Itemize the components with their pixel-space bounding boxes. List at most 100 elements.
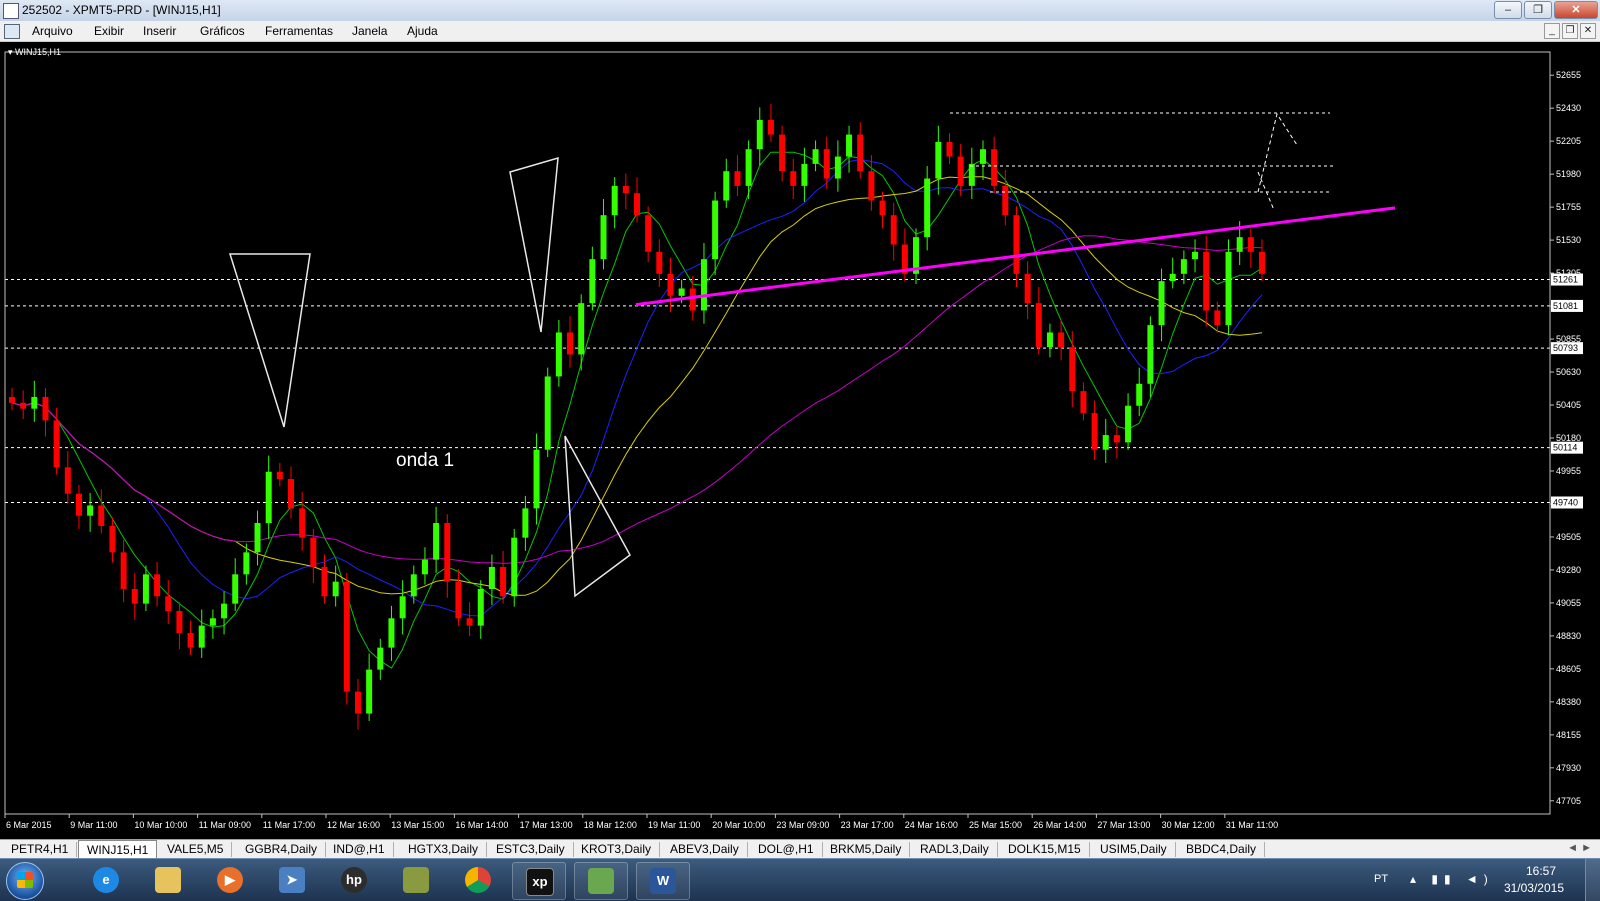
candle[interactable] (700, 243, 707, 324)
candle[interactable] (723, 158, 730, 208)
candle[interactable] (1147, 316, 1154, 397)
candle[interactable] (98, 489, 105, 534)
candle[interactable] (622, 173, 629, 210)
candle[interactable] (42, 388, 49, 437)
tab-ind[interactable]: IND@,H1 (325, 842, 394, 857)
candle[interactable] (466, 602, 473, 636)
metatrader-taskbar-button[interactable] (574, 862, 628, 900)
tab-brkm5[interactable]: BRKM5,Daily (822, 842, 911, 857)
triangle-drawing-3[interactable] (564, 435, 631, 598)
candle[interactable] (366, 653, 373, 721)
candle[interactable] (935, 125, 942, 195)
candle[interactable] (276, 462, 283, 487)
candle[interactable] (254, 510, 261, 566)
media-player-taskbar-button[interactable]: ▶ (204, 862, 256, 898)
candle[interactable] (957, 144, 964, 197)
candle[interactable] (979, 140, 986, 181)
explorer-taskbar-button[interactable] (142, 862, 194, 898)
hp-taskbar-button[interactable]: hp (328, 862, 380, 898)
clock-date[interactable]: 31/03/2015 (1504, 881, 1564, 895)
candle[interactable] (555, 319, 562, 387)
candle[interactable] (388, 605, 395, 661)
candle[interactable] (131, 572, 138, 620)
menu-inserir[interactable]: Inserir (143, 24, 176, 38)
candle[interactable] (611, 177, 618, 229)
candle[interactable] (1080, 382, 1087, 421)
candle[interactable] (913, 228, 920, 285)
chrome-taskbar-button[interactable] (452, 862, 504, 898)
tab-scroll-arrows[interactable]: ◄ ► (1567, 842, 1592, 854)
menu-arquivo[interactable]: Arquivo (32, 24, 73, 38)
word-taskbar-button[interactable]: W (636, 862, 690, 900)
language-indicator[interactable]: PT (1374, 873, 1388, 885)
ie-taskbar-button[interactable]: e (80, 862, 132, 898)
candle[interactable] (321, 554, 328, 604)
candle[interactable] (265, 455, 272, 540)
candle[interactable] (868, 155, 875, 211)
candle[interactable] (890, 202, 897, 261)
candle[interactable] (544, 367, 551, 458)
candle[interactable] (120, 539, 127, 603)
candle[interactable] (745, 140, 752, 200)
tray-icons[interactable]: ▴ ▮▮ ◄) (1410, 872, 1494, 886)
mdi-restore-button[interactable]: ❐ (1562, 23, 1578, 39)
candle[interactable] (198, 609, 205, 658)
candle[interactable] (1192, 239, 1199, 273)
candle[interactable] (444, 514, 451, 598)
projection-path-2[interactable] (1257, 171, 1275, 211)
candle[interactable] (31, 380, 38, 422)
candle[interactable] (1069, 330, 1076, 408)
candle[interactable] (64, 451, 71, 504)
candle[interactable] (87, 492, 94, 532)
minimize-button[interactable]: – (1494, 1, 1522, 19)
tab-bbdc4[interactable]: BBDC4,Daily (1178, 842, 1266, 857)
remote-taskbar-button[interactable]: ➤ (266, 862, 318, 898)
candle[interactable] (1113, 426, 1120, 459)
candle[interactable] (75, 484, 82, 529)
candle[interactable] (9, 388, 15, 411)
candle[interactable] (1180, 250, 1187, 285)
mdi-minimize-button[interactable]: _ (1544, 23, 1560, 39)
candle[interactable] (343, 572, 350, 705)
candle[interactable] (734, 155, 741, 197)
candle[interactable] (511, 528, 518, 607)
candle[interactable] (578, 294, 585, 371)
candle[interactable] (1091, 400, 1098, 460)
tab-dolk15[interactable]: DOLK15,M15 (1000, 842, 1090, 857)
candle[interactable] (53, 407, 60, 475)
archive-taskbar-button[interactable] (390, 862, 442, 898)
tab-abev3[interactable]: ABEV3,Daily (662, 842, 748, 857)
show-desktop-button[interactable] (1585, 859, 1600, 901)
candle[interactable] (991, 136, 998, 194)
tab-krot3[interactable]: KROT3,Daily (573, 842, 661, 857)
candle[interactable] (500, 550, 507, 604)
candle[interactable] (221, 591, 228, 635)
candle[interactable] (968, 147, 975, 200)
candle[interactable] (846, 125, 853, 173)
candle[interactable] (1247, 228, 1254, 268)
candle[interactable] (187, 620, 194, 655)
xp-taskbar-button[interactable]: xp (512, 862, 566, 900)
menu-ajuda[interactable]: Ajuda (407, 24, 438, 38)
tab-estc3[interactable]: ESTC3,Daily (488, 842, 574, 857)
candle[interactable] (1024, 261, 1031, 320)
candle[interactable] (712, 191, 719, 276)
tab-dol[interactable]: DOL@,H1 (750, 842, 823, 857)
candle[interactable] (488, 554, 495, 606)
candle[interactable] (834, 140, 841, 192)
candle[interactable] (332, 565, 339, 607)
mdi-close-button[interactable]: ✕ (1580, 23, 1596, 39)
chart-area[interactable]: onda 1 52655 52430 52205 51980 51755 51530 513… (0, 42, 1600, 839)
clock-time[interactable]: 16:57 (1526, 864, 1556, 878)
candle[interactable] (589, 246, 596, 311)
candle[interactable] (567, 316, 574, 368)
candle[interactable] (232, 558, 239, 611)
candle[interactable] (1035, 287, 1042, 355)
candle[interactable] (477, 580, 484, 639)
candle[interactable] (634, 177, 640, 223)
tab-winj15[interactable]: WINJ15,H1 (78, 840, 158, 859)
candle[interactable] (600, 199, 607, 270)
candle[interactable] (299, 492, 306, 551)
candle[interactable] (901, 228, 908, 282)
candle[interactable] (410, 565, 417, 604)
